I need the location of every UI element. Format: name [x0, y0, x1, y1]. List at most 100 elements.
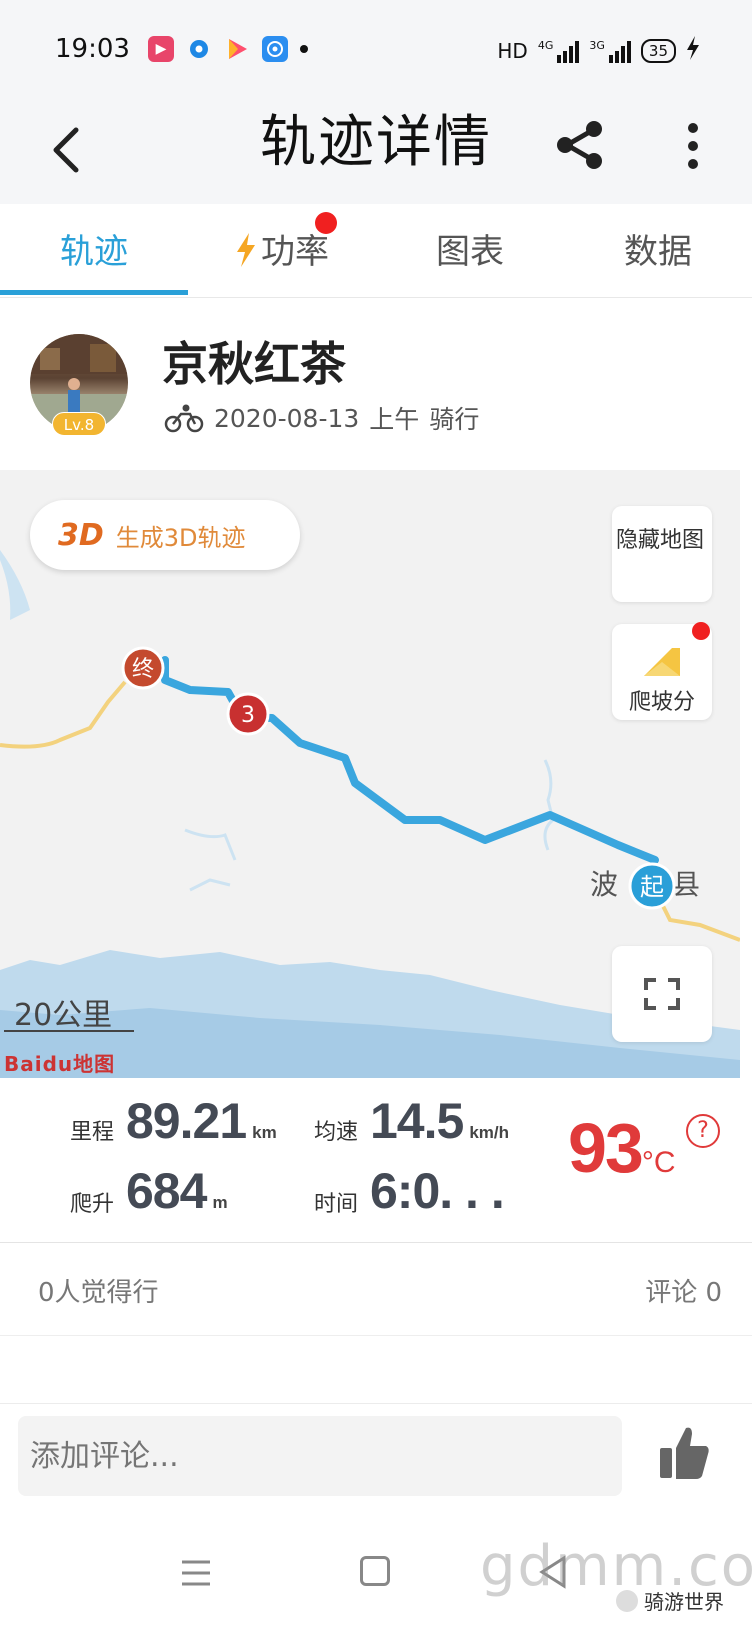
signal-4g-label: 4G — [537, 38, 554, 52]
active-tab-indicator — [0, 290, 188, 295]
page-title: 轨迹详情 — [260, 110, 492, 175]
ride-profile: 京秋红茶 2020-08-13 上午 骑行 — [0, 300, 752, 470]
temperature-unit: °C — [641, 1146, 676, 1179]
like-button[interactable] — [656, 1422, 712, 1482]
battery-indicator: 35 — [640, 38, 676, 63]
speed-label: 均速 — [314, 1120, 359, 1145]
map-scale-bar — [4, 1030, 134, 1032]
home-icon[interactable] — [360, 1556, 390, 1586]
temperature-value: 93 — [568, 1109, 644, 1187]
tab-data-label: 数据 — [624, 232, 692, 272]
speed-unit: km/h — [469, 1123, 510, 1142]
hd-label: HD — [497, 38, 528, 63]
distance-value-group: 89.21 km — [126, 1092, 277, 1150]
climb-unit: m — [212, 1193, 228, 1212]
share-icon — [557, 121, 602, 169]
speed-value-group: 14.5 km/h — [370, 1092, 509, 1150]
baidu-map-logo: Baidu地图 — [4, 1052, 116, 1076]
recent-apps-icon[interactable] — [178, 1558, 214, 1588]
status-bar: 19:03 ▶ HD 4G 3G 35 — [0, 0, 752, 100]
tab-data[interactable]: 数据 — [564, 204, 752, 298]
distance-label: 里程 — [70, 1120, 115, 1145]
speed-value: 14.5 — [370, 1093, 464, 1149]
ride-meta: 2020-08-13 上午 骑行 — [164, 400, 479, 436]
tab-charts-label: 图表 — [436, 232, 504, 272]
river-line — [543, 759, 555, 851]
fullscreen-button[interactable] — [612, 946, 712, 1042]
level-badge: Lv.8 — [52, 412, 106, 436]
comment-input[interactable] — [18, 1416, 622, 1496]
lightning-icon — [237, 233, 255, 267]
more-vertical-icon — [688, 123, 698, 169]
map-scale-label: 20公里 — [14, 998, 113, 1033]
hide-map-label: 隐藏地图 — [616, 528, 705, 553]
username: 京秋红茶 — [162, 337, 346, 391]
bicycle-icon — [164, 404, 204, 433]
wechat-logo-icon — [616, 1589, 638, 1612]
end-marker-label: 终 — [132, 657, 154, 682]
app-header: 轨迹详情 — [0, 100, 752, 204]
generate-3d-track-button[interactable]: 3D 生成3D轨迹 — [30, 500, 300, 570]
climb-score-badge-dot — [692, 622, 710, 640]
place-label-suffix: 县 — [672, 868, 700, 901]
more-notifications-dot — [300, 45, 308, 53]
stream-line — [184, 828, 237, 892]
generate-3d-label: 生成3D轨迹 — [115, 523, 246, 552]
climb-score-label: 爬坡分 — [628, 690, 695, 715]
system-nav-bar: gdmm.com 骑游世界 — [0, 1514, 752, 1625]
tab-track[interactable]: 轨迹 — [0, 204, 188, 298]
thumbs-up-icon — [660, 1427, 709, 1479]
climb-value-group: 684 m — [126, 1162, 228, 1220]
social-row: 0人觉得行 评论 0 — [0, 1244, 752, 1336]
likes-text[interactable]: 0人觉得行 — [38, 1272, 159, 1309]
watermark-brand-text: 骑游世界 — [644, 1590, 724, 1614]
checkpoint-marker-label: 3 — [241, 703, 255, 728]
share-button[interactable] — [553, 118, 607, 172]
notification-icons: ▶ — [148, 36, 308, 62]
tab-power-badge-dot — [315, 212, 337, 234]
status-indicators: HD 4G 3G 35 — [497, 36, 700, 65]
signal-4g-icon: 4G — [538, 39, 580, 63]
help-icon[interactable]: ? — [686, 1114, 720, 1148]
tab-charts[interactable]: 图表 — [376, 204, 564, 298]
ride-period: 上午 — [369, 405, 420, 434]
status-time: 19:03 — [55, 34, 130, 64]
ride-track — [161, 656, 659, 864]
start-marker-label: 起 — [640, 873, 664, 901]
signal-3g-icon: 3G — [589, 39, 631, 63]
road-line — [0, 680, 127, 749]
watermark-brand: 骑游世界 — [616, 1586, 724, 1615]
tab-track-label: 轨迹 — [60, 232, 128, 272]
content-spacer — [0, 1336, 752, 1404]
tab-power-label: 功率 — [261, 232, 329, 272]
circle-app-icon — [186, 36, 212, 62]
3d-icon: 3D — [58, 517, 104, 553]
climb-label: 爬升 — [70, 1192, 115, 1217]
more-options-button[interactable] — [675, 116, 711, 176]
temperature-value-group: 93°C — [568, 1108, 676, 1188]
charging-icon — [686, 36, 700, 65]
distance-unit: km — [252, 1123, 277, 1142]
video-app-icon: ▶ — [148, 36, 174, 62]
lake-shape — [0, 550, 30, 620]
hide-map-button[interactable]: 隐藏地图 — [612, 506, 712, 602]
road-line-east — [658, 899, 740, 942]
play-app-icon — [224, 36, 250, 62]
ride-activity: 骑行 — [429, 405, 480, 434]
cloud-app-icon — [262, 36, 288, 62]
distance-value: 89.21 — [126, 1093, 247, 1149]
time-value: 6:0. . . — [370, 1163, 505, 1219]
ride-date: 2020-08-13 — [214, 403, 360, 433]
place-label-prefix: 波 — [590, 868, 618, 901]
comment-bar — [0, 1404, 752, 1514]
tab-bar: 轨迹 功率 图表 数据 — [0, 204, 752, 298]
ride-stats: 里程 89.21 km 均速 14.5 km/h 爬升 684 m 时间 6:0. .… — [0, 1078, 752, 1243]
mountain-icon — [644, 648, 680, 676]
comments-count[interactable]: 评论 0 — [645, 1272, 722, 1309]
climb-value: 684 — [126, 1163, 207, 1219]
signal-3g-label: 3G — [589, 38, 605, 52]
tab-power[interactable]: 功率 — [188, 204, 376, 298]
time-label: 时间 — [314, 1192, 359, 1217]
track-map[interactable]: 终 3 波 县 起 3D 生成3D轨迹 隐藏地图 爬坡分 20公里 Baidu地… — [0, 470, 740, 1078]
expand-icon — [644, 978, 680, 1010]
